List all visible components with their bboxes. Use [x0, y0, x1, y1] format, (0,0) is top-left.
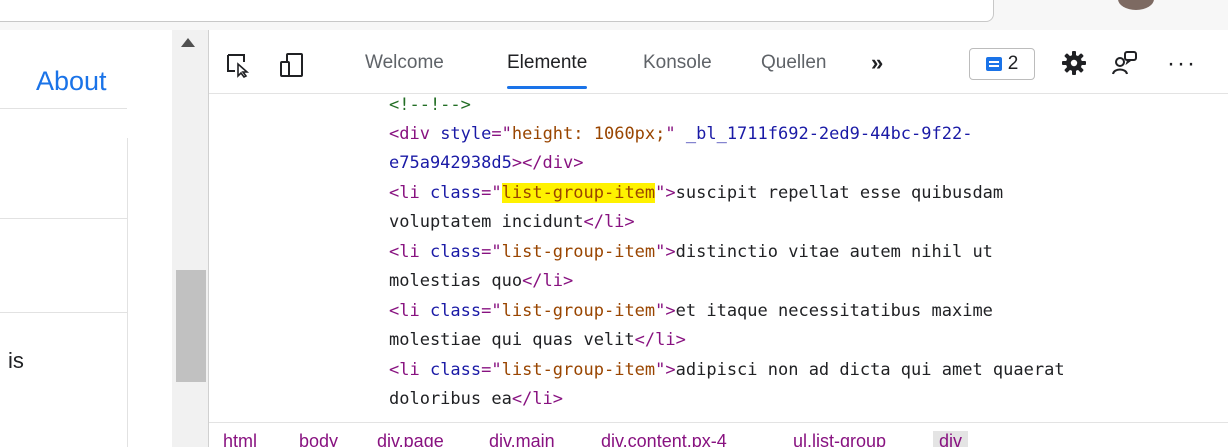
more-options-icon[interactable]: ···	[1167, 50, 1197, 78]
code-attr: class	[429, 242, 482, 262]
tab-welcome[interactable]: Welcome	[365, 52, 444, 92]
code-attr: _bl_1711f692-2ed9-44bc-9f22-	[685, 124, 973, 144]
code-text: et itaque necessitatibus maxime	[675, 301, 993, 321]
dom-node-div-cont[interactable]: e75a942938d5></div>	[389, 151, 583, 175]
code-punct: ">	[655, 360, 676, 380]
page-scrollbar[interactable]	[172, 30, 208, 447]
inspect-element-icon[interactable]	[225, 52, 251, 83]
dom-node-li-cont[interactable]: doloribus ea</li>	[389, 387, 563, 411]
code-punct: ="	[481, 360, 502, 380]
code-punct: ">	[655, 301, 676, 321]
page-divider	[0, 218, 127, 219]
code-text: doloribus ea	[389, 389, 512, 409]
breadcrumb-body[interactable]: body	[299, 431, 338, 447]
breadcrumb-div-current[interactable]: div	[933, 431, 969, 447]
code-tag: <li	[389, 183, 430, 203]
dom-node-li[interactable]: <li class="list-group-item">et itaque ne…	[389, 299, 993, 323]
code-attr: class	[429, 360, 482, 380]
code-attr: class	[429, 183, 482, 203]
more-tabs-button[interactable]: »	[871, 50, 883, 76]
dom-node-li[interactable]: <li class="list-group-item">suscipit rep…	[389, 181, 1003, 205]
active-tab-indicator	[507, 86, 588, 89]
device-toolbar-icon[interactable]	[279, 52, 305, 83]
address-bar[interactable]	[0, 0, 994, 22]
code-punct: "	[665, 124, 686, 144]
devtools-panel: Welcome Elemente Konsole Quellen » 2 ···…	[208, 30, 1228, 447]
code-attr: style	[440, 124, 492, 144]
code-tag: </li>	[634, 330, 686, 350]
code-tag: <li	[389, 242, 430, 262]
elements-dom-tree[interactable]: <!--!--> <div style="height: 1060px;" _b…	[209, 94, 1228, 416]
tab-elements[interactable]: Elemente	[507, 52, 588, 92]
breadcrumb-ul-list-group[interactable]: ul.list-group	[793, 431, 886, 447]
code-attr: class	[429, 301, 482, 321]
code-attr: e75a942938d5	[389, 153, 512, 173]
web-page-pane: About is	[0, 30, 172, 447]
breadcrumb-html[interactable]: html	[223, 431, 257, 447]
breadcrumb-div-content[interactable]: div.content.px-4	[601, 431, 727, 447]
issues-button[interactable]: 2	[969, 48, 1035, 80]
breadcrumb-div-main[interactable]: div.main	[489, 431, 555, 447]
tab-console[interactable]: Konsole	[643, 52, 712, 92]
code-text: molestias quo	[389, 271, 523, 291]
code-punct: ="	[481, 301, 502, 321]
scrollbar-thumb[interactable]	[176, 270, 206, 382]
code-value: list-group-item	[501, 242, 656, 262]
code-value: height: 1060px;	[511, 124, 666, 144]
dom-breadcrumb-bar: html body div.page div.main div.content.…	[209, 422, 1228, 447]
dom-node-li-cont[interactable]: molestiae qui quas velit</li>	[389, 328, 686, 352]
code-text: molestiae qui quas velit	[389, 330, 635, 350]
code-punct: ">	[655, 242, 676, 262]
code-value: list-group-item	[501, 360, 656, 380]
code-comment: <!--!-->	[389, 95, 471, 115]
tab-sources[interactable]: Quellen	[761, 52, 827, 92]
code-tag: <div	[389, 124, 441, 144]
nav-link-about[interactable]: About	[36, 66, 107, 97]
code-punct: ">	[655, 183, 676, 203]
breadcrumb-div-page[interactable]: div.page	[377, 431, 444, 447]
customize-people-icon[interactable]	[1111, 50, 1139, 81]
code-text: adipisci non ad dicta qui amet quaerat	[675, 360, 1065, 380]
code-punct: ="	[481, 183, 502, 203]
page-vertical-divider	[127, 138, 128, 447]
dom-node-li-cont[interactable]: voluptatem incidunt</li>	[389, 210, 635, 234]
issues-message-icon	[985, 57, 1002, 71]
scroll-up-arrow-icon[interactable]	[181, 38, 195, 47]
code-tag: <li	[389, 301, 430, 321]
issues-count: 2	[1007, 53, 1019, 74]
dom-node-li[interactable]: <li class="list-group-item">adipisci non…	[389, 358, 1065, 382]
dom-node-li-cont[interactable]: molestias quo</li>	[389, 269, 573, 293]
page-divider	[0, 108, 127, 109]
dom-node-comment[interactable]: <!--!-->	[389, 94, 471, 117]
devtools-toolbar: Welcome Elemente Konsole Quellen » 2 ···	[209, 30, 1228, 94]
code-tag: </li>	[511, 389, 564, 409]
profile-avatar[interactable]	[1118, 0, 1154, 10]
page-divider	[0, 312, 127, 313]
tab-elements-label: Elemente	[507, 52, 588, 73]
code-punct: ="	[481, 242, 502, 262]
dom-node-li[interactable]: <li class="list-group-item">distinctio v…	[389, 240, 993, 264]
code-tag: </li>	[583, 212, 635, 232]
code-punct: ="	[491, 124, 512, 144]
search-match-highlight: list-group-item	[501, 183, 656, 203]
code-value: list-group-item	[501, 301, 656, 321]
code-text: voluptatem incidunt	[389, 212, 584, 232]
code-tag: <li	[389, 360, 430, 380]
code-tag: ></div>	[511, 153, 584, 173]
settings-gear-icon[interactable]	[1061, 50, 1087, 81]
dom-node-div[interactable]: <div style="height: 1060px;" _bl_1711f69…	[389, 122, 972, 146]
code-tag: </li>	[522, 271, 574, 291]
code-text: distinctio vitae autem nihil ut	[675, 242, 993, 262]
page-partial-text: is	[8, 348, 24, 373]
code-text: suscipit repellat esse quibusdam	[675, 183, 1004, 203]
browser-top-strip	[0, 0, 1228, 30]
